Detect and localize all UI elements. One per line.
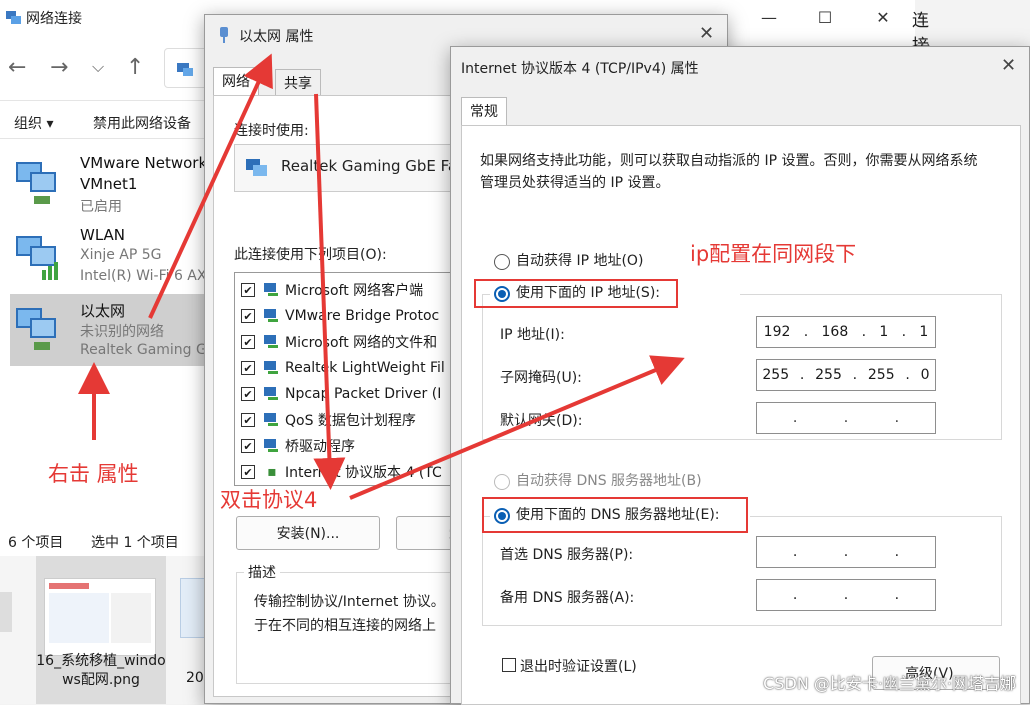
- annotation-same-subnet: ip配置在同网段下: [690, 238, 856, 268]
- arrow-to-ipv4: [316, 94, 330, 474]
- annotation-double-click: 双击协议4: [220, 484, 317, 514]
- arrow-to-properties: [150, 68, 265, 318]
- annotation-right-click: 右击 属性: [48, 458, 139, 488]
- watermark: CSDN @比安卡·幽兰黛尔·网塔吉娜: [763, 670, 1016, 694]
- arrow-to-ip-config: [350, 364, 670, 498]
- annotation-arrows: [0, 0, 1030, 704]
